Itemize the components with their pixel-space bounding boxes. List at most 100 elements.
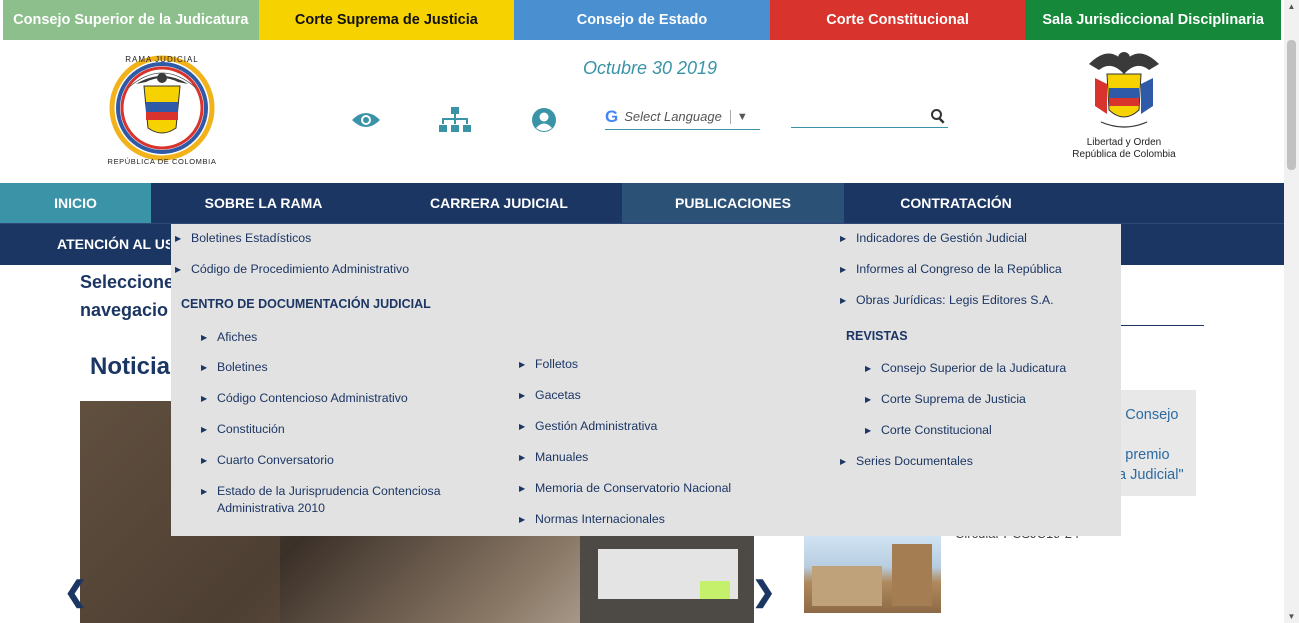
menu-item-cuarto-conversatorio[interactable]: ▶ Cuarto Conversatorio <box>201 452 334 469</box>
menu-item-constitucion[interactable]: ▶ Constitución <box>201 421 285 438</box>
menu-item-memoria-conservatorio[interactable]: ▶ Memoria de Conservatorio Nacional <box>519 480 731 497</box>
thumbnail-building <box>892 544 932 606</box>
publicaciones-dropdown: ▶ Boletines Estadísticos ▶ Código de Pro… <box>171 224 1121 536</box>
bullet-icon: ▶ <box>840 457 847 466</box>
menu-item-gacetas[interactable]: ▶ Gacetas <box>519 387 581 404</box>
menu-item-label: Indicadores de Gestión Judicial <box>856 231 1027 245</box>
menu-item-revista-consejo-superior[interactable]: ▶ Consejo Superior de la Judicatura <box>865 360 1066 377</box>
photo-sticky-note <box>700 581 730 599</box>
entity-link-sala-disciplinaria[interactable]: Sala Jurisdiccional Disciplinaria <box>1025 0 1281 40</box>
rama-judicial-logo[interactable]: RAMA JUDICIAL REPÚBLICA DE COLOMBIA <box>98 48 226 168</box>
section-divider <box>1121 325 1204 326</box>
nav-inicio[interactable]: INICIO <box>0 183 151 223</box>
page: Consejo Superior de la Judicatura Corte … <box>0 0 1299 623</box>
menu-item-revista-corte-suprema[interactable]: ▶ Corte Suprema de Justicia <box>865 391 1026 408</box>
menu-item-label-line1: Estado de la Jurisprudencia Contenciosa <box>217 484 441 498</box>
menu-item-series-documentales[interactable]: ▶ Series Documentales <box>840 453 973 470</box>
carousel-prev-icon[interactable]: ❮ <box>64 575 87 608</box>
nav-atencion-al-usuario[interactable]: ATENCIÓN AL USUARIO <box>0 224 170 264</box>
bullet-icon: ▶ <box>865 426 872 435</box>
menu-item-label: Boletines <box>217 360 268 374</box>
bullet-icon: ▶ <box>201 425 208 434</box>
menu-item-label-line2: Administrativa 2010 <box>217 501 325 515</box>
search-box <box>791 104 948 128</box>
coat-caption-line2: República de Colombia <box>1072 149 1176 160</box>
bullet-icon: ▶ <box>175 234 182 243</box>
current-date: Octubre 30 2019 <box>582 58 718 78</box>
news-card-line2: l premio <box>1118 447 1170 463</box>
menu-item-boletines-estadisticos[interactable]: ▶ Boletines Estadísticos <box>175 230 311 247</box>
menu-item-estado-jurisprudencia[interactable]: ▶ Estado de la Jurisprudencia Contencios… <box>201 483 441 517</box>
menu-item-boletines[interactable]: ▶ Boletines <box>201 359 268 376</box>
page-scrollbar[interactable]: ▲ ▼ <box>1284 0 1299 623</box>
menu-heading-centro-documentacion[interactable]: CENTRO DE DOCUMENTACIÓN JUDICIAL <box>181 297 431 311</box>
news-card-line1: l Consejo <box>1118 407 1179 423</box>
scroll-up-icon[interactable]: ▲ <box>1287 2 1296 11</box>
carousel-next-icon[interactable]: ❯ <box>752 575 775 608</box>
scrollbar-thumb[interactable] <box>1287 40 1296 170</box>
menu-item-revista-corte-constitucional[interactable]: ▶ Corte Constitucional <box>865 422 992 439</box>
svg-text:RAMA JUDICIAL: RAMA JUDICIAL <box>125 55 198 64</box>
bullet-icon: ▶ <box>865 364 872 373</box>
menu-item-manuales[interactable]: ▶ Manuales <box>519 449 588 466</box>
menu-item-codigo-procedimiento[interactable]: ▶ Código de Procedimiento Administrativo <box>175 261 409 278</box>
menu-item-label: Estado de la Jurisprudencia Contenciosa … <box>217 483 441 517</box>
search-icon[interactable] <box>930 108 946 124</box>
svg-text:REPÚBLICA DE COLOMBIA: REPÚBLICA DE COLOMBIA <box>108 157 217 166</box>
entity-link-consejo-estado[interactable]: Consejo de Estado <box>514 0 770 40</box>
bullet-icon: ▶ <box>519 360 526 369</box>
menu-item-label: Gacetas <box>535 388 581 402</box>
scroll-down-icon[interactable]: ▼ <box>1287 612 1296 621</box>
noticias-heading: Noticias <box>90 353 184 380</box>
menu-item-label: Consejo Superior de la Judicatura <box>881 361 1067 375</box>
menu-item-folletos[interactable]: ▶ Folletos <box>519 356 578 373</box>
language-select-divider <box>729 109 731 124</box>
menu-item-afiches[interactable]: ▶ Afiches <box>201 329 257 346</box>
menu-item-label: Folletos <box>535 357 579 371</box>
colombia-coat-of-arms: Libertad y Orden República de Colombia <box>1064 44 1184 164</box>
bullet-icon: ▶ <box>840 265 847 274</box>
search-input[interactable] <box>791 106 926 126</box>
bullet-icon: ▶ <box>519 515 526 524</box>
menu-item-gestion-administrativa[interactable]: ▶ Gestión Administrativa <box>519 418 657 435</box>
entity-link-corte-constitucional[interactable]: Corte Constitucional <box>769 0 1026 40</box>
menu-heading-revistas[interactable]: REVISTAS <box>846 329 908 343</box>
nav-sobre-la-rama[interactable]: SOBRE LA RAMA <box>151 183 376 223</box>
bullet-icon: ▶ <box>840 296 847 305</box>
news-card-line3: a Judicial" <box>1118 467 1184 483</box>
menu-item-label: Afiches <box>217 330 258 344</box>
menu-item-informes-congreso[interactable]: ▶ Informes al Congreso de la República <box>840 261 1062 278</box>
select-heading-line2: navegacio <box>80 300 169 320</box>
news-card[interactable]: l Consejo l premio a Judicial" <box>1118 390 1196 496</box>
sitemap-icon[interactable] <box>437 104 473 136</box>
bullet-icon: ▶ <box>519 484 526 493</box>
user-icon[interactable] <box>526 104 562 136</box>
bullet-icon: ▶ <box>201 456 208 465</box>
chevron-down-icon: ▼ <box>736 110 748 123</box>
menu-item-label: Gestión Administrativa <box>535 419 658 433</box>
nav-contratacion[interactable]: CONTRATACIÓN <box>844 183 1068 223</box>
bullet-icon: ▶ <box>840 234 847 243</box>
language-select-label: Select Language <box>624 109 722 124</box>
thumbnail-building <box>812 566 882 606</box>
google-icon: G <box>605 106 619 126</box>
language-select[interactable]: G Select Language ▼ <box>605 104 760 130</box>
nav-carrera-judicial[interactable]: CARRERA JUDICIAL <box>376 183 622 223</box>
menu-item-codigo-contencioso[interactable]: ▶ Código Contencioso Administrativo <box>201 390 408 407</box>
menu-item-label: Cuarto Conversatorio <box>217 453 334 467</box>
entity-link-consejo-superior[interactable]: Consejo Superior de la Judicatura <box>3 0 259 40</box>
menu-item-obras-juridicas[interactable]: ▶ Obras Jurídicas: Legis Editores S.A. <box>840 292 1054 309</box>
menu-item-label: Informes al Congreso de la República <box>856 262 1062 276</box>
menu-item-label: Obras Jurídicas: Legis Editores S.A. <box>856 293 1054 307</box>
eye-icon[interactable] <box>348 104 384 136</box>
menu-item-indicadores-gestion[interactable]: ▶ Indicadores de Gestión Judicial <box>840 230 1027 247</box>
bullet-icon: ▶ <box>865 395 872 404</box>
nav-publicaciones[interactable]: PUBLICACIONES <box>622 183 844 223</box>
entity-bar: Consejo Superior de la Judicatura Corte … <box>3 0 1281 40</box>
menu-item-label: Corte Suprema de Justicia <box>881 392 1026 406</box>
entity-link-corte-suprema[interactable]: Corte Suprema de Justicia <box>258 0 515 40</box>
menu-item-normas-internacionales[interactable]: ▶ Normas Internacionales <box>519 511 665 528</box>
news-thumbnail[interactable] <box>804 536 941 613</box>
bullet-icon: ▶ <box>201 363 208 372</box>
menu-item-label: Normas Internacionales <box>535 512 665 526</box>
